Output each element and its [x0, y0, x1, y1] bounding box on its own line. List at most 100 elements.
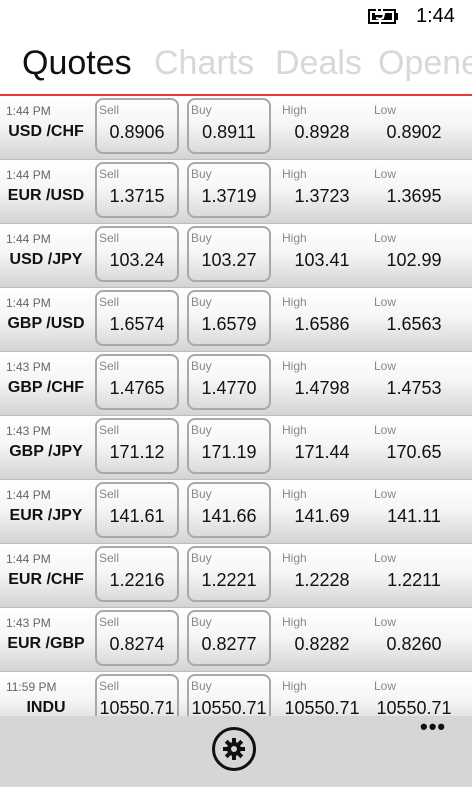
buy-button[interactable]: Buy 1.2221	[187, 546, 271, 602]
high-label: High	[282, 551, 307, 565]
sell-button[interactable]: Sell 0.8906	[95, 98, 179, 154]
currency-pair: EUR /GBP	[7, 635, 85, 652]
buy-label: Buy	[191, 231, 212, 245]
quote-row[interactable]: 1:43 PM GBP /JPY Sell 171.12 Buy 171.19 High 17…	[0, 416, 472, 480]
quote-row[interactable]: 1:43 PM EUR /GBP Sell 0.8274 Buy 0.8277 High 0.…	[0, 608, 472, 672]
buy-button[interactable]: Buy 0.8277	[187, 610, 271, 666]
sell-button[interactable]: Sell 1.4765	[95, 354, 179, 410]
sell-label: Sell	[99, 679, 120, 693]
high-price: 0.8282	[294, 634, 350, 654]
buy-price: 141.66	[201, 506, 257, 526]
quote-time: 1:44 PM	[6, 104, 51, 118]
quote-row[interactable]: 11:59 PM INDU Sell 10550.71 Buy 10550.71 High 1…	[0, 672, 472, 716]
buy-price: 0.8911	[202, 122, 256, 142]
settings-button[interactable]	[212, 727, 256, 771]
sell-button[interactable]: Sell 171.12	[95, 418, 179, 474]
buy-price: 171.19	[201, 442, 257, 462]
buy-label: Buy	[191, 103, 212, 117]
sell-button[interactable]: Sell 1.2216	[95, 546, 179, 602]
low-price: 170.65	[386, 442, 442, 462]
buy-label: Buy	[191, 679, 212, 693]
sell-price: 1.2216	[109, 570, 165, 590]
buy-price: 0.8277	[201, 634, 257, 654]
high-price: 103.41	[294, 250, 350, 270]
low-label: Low	[374, 103, 397, 117]
status-bar: 1:44	[0, 0, 472, 36]
buy-button[interactable]: Buy 1.4770	[187, 354, 271, 410]
high-label: High	[282, 103, 307, 117]
low-label: Low	[374, 423, 397, 437]
quote-time: 1:44 PM	[6, 232, 51, 246]
sell-button[interactable]: Sell 1.3715	[95, 162, 179, 218]
buy-button[interactable]: Buy 1.3719	[187, 162, 271, 218]
quote-row[interactable]: 1:44 PM EUR /CHF Sell 1.2216 Buy 1.2221 High 1.…	[0, 544, 472, 608]
low-price: 141.11	[387, 506, 441, 526]
ellipsis-icon: •••	[420, 714, 447, 739]
buy-label: Buy	[191, 359, 212, 373]
sell-button[interactable]: Sell 0.8274	[95, 610, 179, 666]
battery-charging-icon	[368, 9, 398, 24]
sell-price: 10550.71	[99, 698, 175, 716]
currency-pair: USD /JPY	[9, 251, 83, 268]
quote-row[interactable]: 1:44 PM EUR /USD Sell 1.3715 Buy 1.3719 High 1.…	[0, 160, 472, 224]
buy-button[interactable]: Buy 141.66	[187, 482, 271, 538]
buy-label: Buy	[191, 615, 212, 629]
high-price: 1.6586	[294, 314, 350, 334]
sell-label: Sell	[99, 487, 120, 501]
low-label: Low	[374, 231, 397, 245]
quote-row[interactable]: 1:43 PM GBP /CHF Sell 1.4765 Buy 1.4770 High 1.…	[0, 352, 472, 416]
high-price: 0.8928	[294, 122, 350, 142]
tab-deals[interactable]: Deals	[275, 44, 362, 83]
high-price: 171.44	[294, 442, 350, 462]
app-bar: •••	[0, 716, 472, 787]
high-price: 1.2228	[294, 570, 350, 590]
buy-button[interactable]: Buy 103.27	[187, 226, 271, 282]
low-label: Low	[374, 551, 397, 565]
quotes-list[interactable]: 1:44 PM USD /CHF Sell 0.8906 Buy 0.8911 High 0.…	[0, 96, 472, 716]
buy-price: 1.4770	[201, 378, 257, 398]
sell-price: 1.3715	[109, 186, 165, 206]
tab-opened[interactable]: Opene	[378, 44, 472, 83]
sell-button[interactable]: Sell 10550.71	[95, 674, 179, 716]
low-price: 1.3695	[386, 186, 442, 206]
sell-price: 1.4765	[109, 378, 165, 398]
high-label: High	[282, 359, 307, 373]
buy-button[interactable]: Buy 0.8911	[187, 98, 271, 154]
sell-label: Sell	[99, 551, 120, 565]
low-label: Low	[374, 679, 397, 693]
tab-quotes[interactable]: Quotes	[22, 44, 132, 83]
high-label: High	[282, 615, 307, 629]
sell-button[interactable]: Sell 1.6574	[95, 290, 179, 346]
buy-button[interactable]: Buy 171.19	[187, 418, 271, 474]
buy-button[interactable]: Buy 10550.71	[187, 674, 271, 716]
low-price: 1.6563	[386, 314, 442, 334]
currency-pair: USD /CHF	[8, 123, 84, 140]
sell-label: Sell	[99, 295, 120, 309]
quote-time: 11:59 PM	[6, 680, 57, 694]
quote-time: 1:44 PM	[6, 552, 51, 566]
quote-time: 1:44 PM	[6, 168, 51, 182]
sell-label: Sell	[99, 103, 120, 117]
tab-charts[interactable]: Charts	[154, 44, 254, 83]
buy-button[interactable]: Buy 1.6579	[187, 290, 271, 346]
sell-price: 171.12	[109, 442, 165, 462]
quote-row[interactable]: 1:44 PM USD /CHF Sell 0.8906 Buy 0.8911 High 0.…	[0, 96, 472, 160]
currency-pair: INDU	[26, 699, 66, 716]
high-label: High	[282, 487, 307, 501]
sell-price: 103.24	[109, 250, 165, 270]
gear-icon	[223, 738, 245, 760]
quote-row[interactable]: 1:44 PM USD /JPY Sell 103.24 Buy 103.27 High 10…	[0, 224, 472, 288]
quote-row[interactable]: 1:44 PM EUR /JPY Sell 141.61 Buy 141.66 High 14…	[0, 480, 472, 544]
low-price: 1.4753	[386, 378, 442, 398]
quote-time: 1:43 PM	[6, 360, 51, 374]
buy-label: Buy	[191, 295, 212, 309]
low-price: 0.8260	[386, 634, 442, 654]
buy-price: 1.6579	[201, 314, 257, 334]
low-price: 102.99	[386, 250, 442, 270]
sell-button[interactable]: Sell 103.24	[95, 226, 179, 282]
quote-time: 1:44 PM	[6, 488, 51, 502]
more-options-button[interactable]: •••	[420, 716, 460, 740]
quote-row[interactable]: 1:44 PM GBP /USD Sell 1.6574 Buy 1.6579 High 1.…	[0, 288, 472, 352]
sell-button[interactable]: Sell 141.61	[95, 482, 179, 538]
currency-pair: GBP /JPY	[9, 443, 83, 460]
